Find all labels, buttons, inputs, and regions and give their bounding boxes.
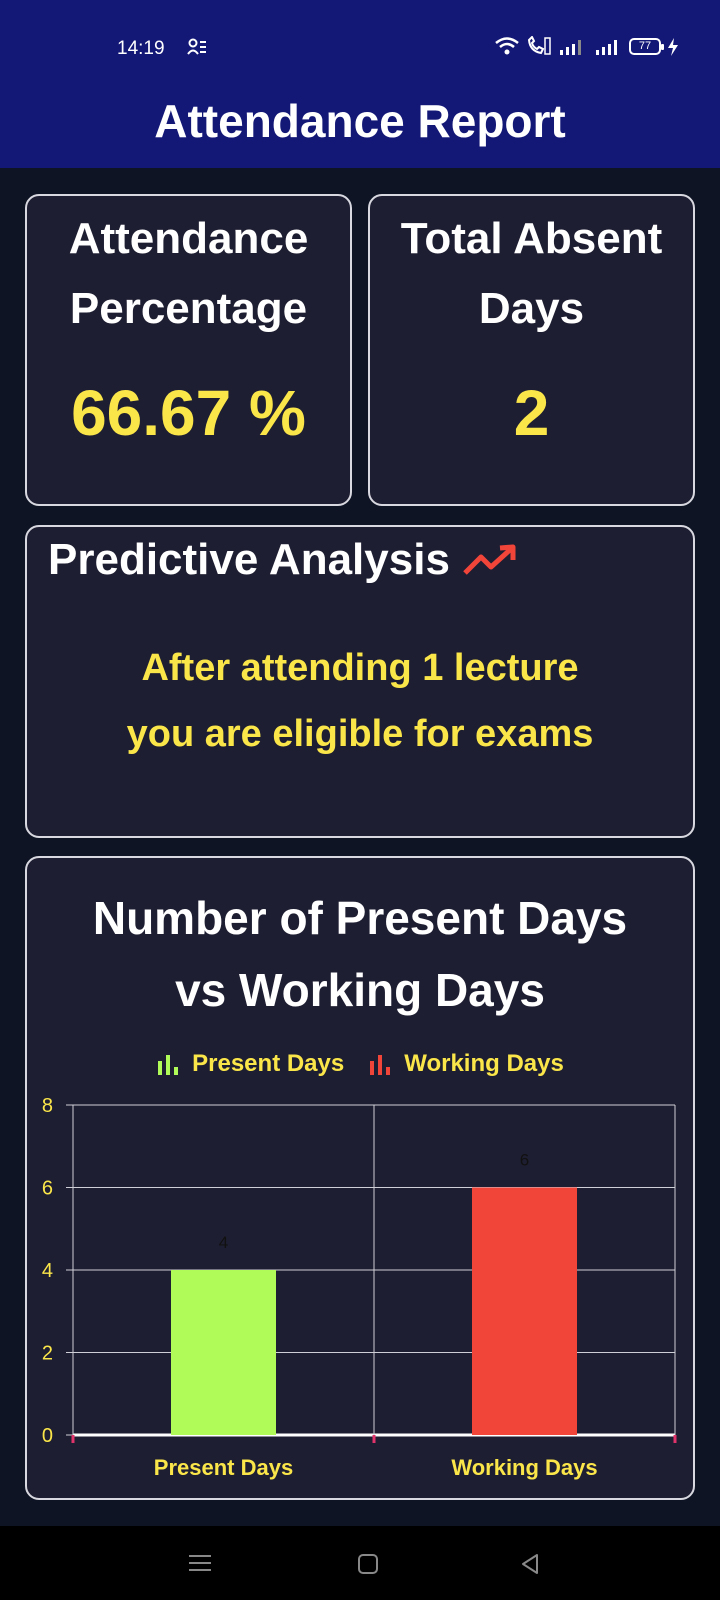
predictive-line1: After attending 1 lecture bbox=[141, 647, 579, 689]
data-label: 6 bbox=[520, 1151, 529, 1170]
y-tick-label: 2 bbox=[42, 1343, 53, 1365]
wifi-icon bbox=[495, 37, 519, 55]
predictive-message: After attending 1 lecture you are eligib… bbox=[27, 635, 693, 767]
attendance-label-line2: Percentage bbox=[69, 284, 308, 333]
charging-icon bbox=[667, 38, 679, 61]
absent-days-value: 2 bbox=[513, 377, 550, 449]
system-nav-bar bbox=[0, 1526, 720, 1600]
signal-icon bbox=[560, 40, 581, 55]
y-tick-label: 6 bbox=[42, 1178, 53, 1200]
app-header: 14:19 77 Attendance Report bbox=[0, 0, 720, 168]
legend-item-working[interactable]: Working Days bbox=[368, 1050, 564, 1078]
legend-item-present[interactable]: Present Days bbox=[156, 1050, 344, 1078]
chart-title-line1: Number of Present Days bbox=[92, 892, 628, 944]
back-icon[interactable] bbox=[520, 1553, 540, 1575]
bar-chart-icon-working bbox=[370, 1055, 391, 1075]
status-icons bbox=[494, 36, 624, 56]
data-label: 4 bbox=[219, 1233, 228, 1252]
predictive-title: Predictive Analysis bbox=[48, 535, 520, 585]
menu-icon[interactable] bbox=[187, 1553, 213, 1573]
status-time: 14:19 bbox=[117, 38, 165, 59]
predictive-line2: you are eligible for exams bbox=[126, 713, 594, 755]
bar-working-days bbox=[472, 1187, 577, 1435]
page-title: Attendance Report bbox=[154, 95, 566, 147]
trending-up-icon bbox=[463, 544, 516, 575]
predictive-title-text: Predictive Analysis bbox=[48, 535, 450, 584]
x-tick-label: Present Days bbox=[154, 1455, 293, 1480]
chart-legend: Present Days Working Days bbox=[0, 1050, 720, 1078]
notification-icon bbox=[187, 38, 207, 61]
call-icon bbox=[527, 36, 551, 55]
bar-chart-icon-present bbox=[158, 1055, 179, 1075]
chart-title-line2: vs Working Days bbox=[175, 964, 545, 1016]
y-tick-label: 4 bbox=[42, 1260, 53, 1282]
absent-label-line2: Days bbox=[478, 284, 585, 333]
legend-label-present: Present Days bbox=[192, 1050, 345, 1077]
bar-present-days bbox=[171, 1270, 276, 1435]
chart-title: Number of Present Days vs Working Days bbox=[27, 882, 693, 1026]
y-tick-label: 8 bbox=[42, 1095, 53, 1117]
attendance-percentage-card: Attendance Percentage 66.67 % bbox=[25, 194, 352, 506]
attendance-percentage-value: 66.67 % bbox=[71, 377, 306, 449]
attendance-label-line1: Attendance bbox=[68, 214, 309, 263]
predictive-analysis-card: Predictive Analysis After attending 1 le… bbox=[25, 525, 695, 838]
battery-icon: 77 bbox=[629, 38, 664, 55]
y-tick-label: 0 bbox=[42, 1425, 53, 1447]
legend-label-working: Working Days bbox=[404, 1050, 564, 1077]
absent-days-card: Total Absent Days 2 bbox=[368, 194, 695, 506]
signal-icon-2 bbox=[596, 40, 617, 55]
home-icon[interactable] bbox=[357, 1553, 379, 1575]
absent-label-line1: Total Absent bbox=[400, 214, 663, 263]
x-tick-label: Working Days bbox=[451, 1455, 597, 1480]
bar-chart: 0 2 4 6 8 4 Present Days 6 Working Days bbox=[42, 1095, 677, 1480]
